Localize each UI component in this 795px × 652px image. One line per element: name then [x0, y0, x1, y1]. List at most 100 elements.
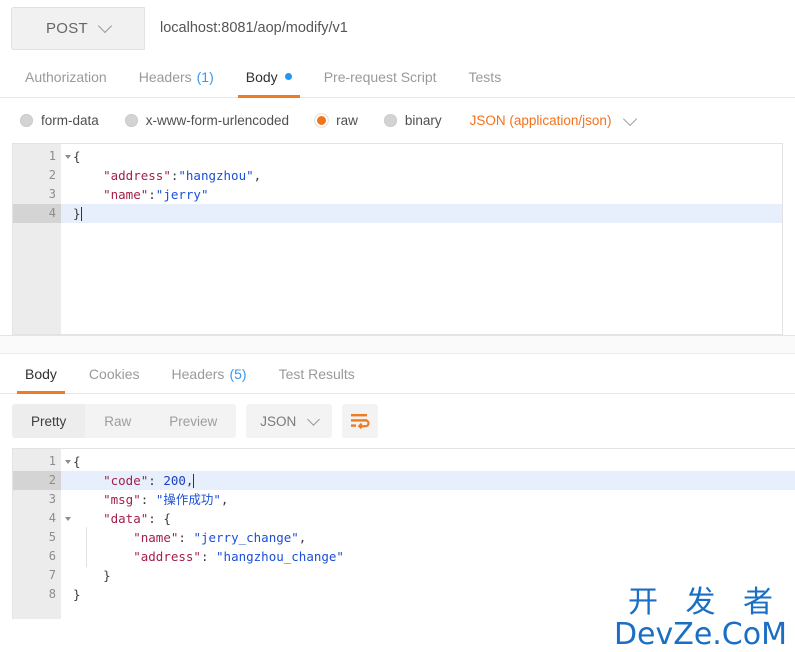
radio-unselected-icon [20, 114, 33, 127]
code-text[interactable]: "name":"jerry" [61, 185, 782, 204]
token: "address" [103, 168, 171, 183]
line-number: 8 [13, 585, 61, 604]
request-tab-bar: Authorization Headers (1) Body Pre-request S… [0, 56, 795, 98]
code-text[interactable]: "address": "hangzhou_change" [61, 547, 795, 566]
token: , [185, 473, 194, 488]
content-type-select[interactable]: JSON (application/json) [469, 111, 638, 128]
radio-selected-icon [315, 114, 329, 127]
response-view-mode-group: Pretty Raw Preview [12, 404, 237, 438]
token: "code" [103, 473, 149, 488]
tab-label: Cookies [88, 365, 140, 382]
chevron-down-icon [623, 111, 638, 126]
line-number: 3 [13, 490, 61, 509]
code-text[interactable]: "code": 200, [61, 471, 795, 490]
code-text[interactable]: { [61, 147, 782, 166]
token: "jerry_change" [193, 530, 299, 545]
body-type-row: form-data x-www-form-urlencoded raw binary … [0, 98, 795, 143]
token: , [220, 492, 229, 507]
http-method-select[interactable]: POST [11, 6, 144, 50]
body-type-label: binary [404, 113, 442, 128]
view-mode-raw[interactable]: Raw [85, 404, 150, 438]
response-tab-test-results[interactable]: Test Results [263, 354, 371, 393]
request-body-editor[interactable]: 1{2 "address":"hangzhou", 3 "name":"jerry… [12, 143, 783, 335]
body-type-label: raw [336, 113, 358, 128]
http-method-label: POST [45, 19, 89, 37]
url-input[interactable]: localhost:8081/aop/modify/v1 [144, 6, 795, 50]
token: "address" [133, 549, 201, 564]
chevron-down-icon [97, 18, 113, 34]
line-number: 1 [13, 147, 71, 166]
token: 200 [163, 473, 186, 488]
token: "hangzhou" [178, 168, 254, 183]
token: { [73, 454, 81, 469]
body-type-form-data[interactable]: form-data [20, 113, 99, 128]
token: "msg" [103, 492, 141, 507]
token: "name" [103, 187, 149, 202]
request-tab-tests[interactable]: Tests [453, 56, 518, 97]
text-cursor [80, 207, 82, 221]
line-number: 2 [13, 166, 61, 185]
code-line: 1{ [13, 452, 795, 471]
code-line: 3 "name":"jerry" [13, 185, 782, 204]
token: : [178, 530, 194, 545]
code-text[interactable]: } [61, 566, 795, 585]
token: : [148, 473, 164, 488]
token: : [148, 187, 156, 202]
request-tab-pre-request-script[interactable]: Pre-request Script [308, 56, 453, 97]
response-tab-headers[interactable]: Headers (5) [156, 354, 263, 393]
chevron-down-icon [307, 412, 321, 426]
radio-unselected-icon [383, 114, 397, 127]
code-text[interactable]: { [61, 452, 795, 471]
text-cursor [193, 474, 195, 488]
response-format-label: JSON [260, 413, 297, 429]
radio-unselected-icon [124, 114, 138, 127]
request-tab-headers[interactable]: Headers (1) [123, 56, 230, 97]
request-tab-authorization[interactable]: Authorization [9, 56, 123, 97]
panel-splitter[interactable] [0, 335, 795, 354]
response-toolbar: Pretty Raw Preview JSON [0, 394, 795, 448]
body-type-binary[interactable]: binary [383, 113, 442, 128]
code-text[interactable]: } [61, 204, 782, 223]
code-text[interactable]: "data": { [61, 509, 795, 528]
line-number: 5 [13, 528, 61, 547]
word-wrap-button[interactable] [342, 404, 379, 438]
line-number: 3 [13, 185, 61, 204]
code-text[interactable]: } [61, 585, 795, 604]
code-text[interactable]: "address":"hangzhou", [61, 166, 782, 185]
code-line: 1{ [13, 147, 782, 166]
line-number: 7 [13, 566, 61, 585]
code-line: 4 "data": { [13, 509, 795, 528]
line-number: 2 [13, 471, 61, 490]
token: { [163, 511, 171, 526]
code-line: 8} [13, 585, 795, 604]
token: "hangzhou_change" [216, 549, 344, 564]
body-type-label: x-www-form-urlencoded [145, 113, 290, 128]
content-type-label: JSON (application/json) [469, 113, 612, 128]
body-type-raw[interactable]: raw [315, 113, 358, 128]
view-mode-pretty[interactable]: Pretty [12, 404, 86, 438]
token: } [73, 206, 81, 221]
code-line: 5 "name": "jerry_change", [13, 528, 795, 547]
code-text[interactable]: "msg": "操作成功", [61, 490, 795, 509]
tab-label: Headers [171, 365, 225, 382]
view-mode-preview[interactable]: Preview [150, 404, 236, 438]
response-format-select[interactable]: JSON [246, 404, 333, 438]
code-text[interactable]: "name": "jerry_change", [61, 528, 795, 547]
tab-count: (1) [196, 68, 214, 85]
response-tab-body[interactable]: Body [9, 354, 73, 394]
response-tab-cookies[interactable]: Cookies [73, 354, 156, 393]
body-type-x-www-form-urlencoded[interactable]: x-www-form-urlencoded [124, 113, 290, 128]
response-tab-bar: Body Cookies Headers (5) Test Results [0, 354, 795, 394]
tab-label: Authorization [25, 68, 107, 85]
code-line: 7 } [13, 566, 795, 585]
request-tab-body[interactable]: Body [230, 56, 308, 98]
token: } [73, 587, 81, 602]
response-body-editor[interactable]: 1{2 "code": 200, 3 "msg": "操作成功", 4 "data"… [12, 448, 795, 619]
